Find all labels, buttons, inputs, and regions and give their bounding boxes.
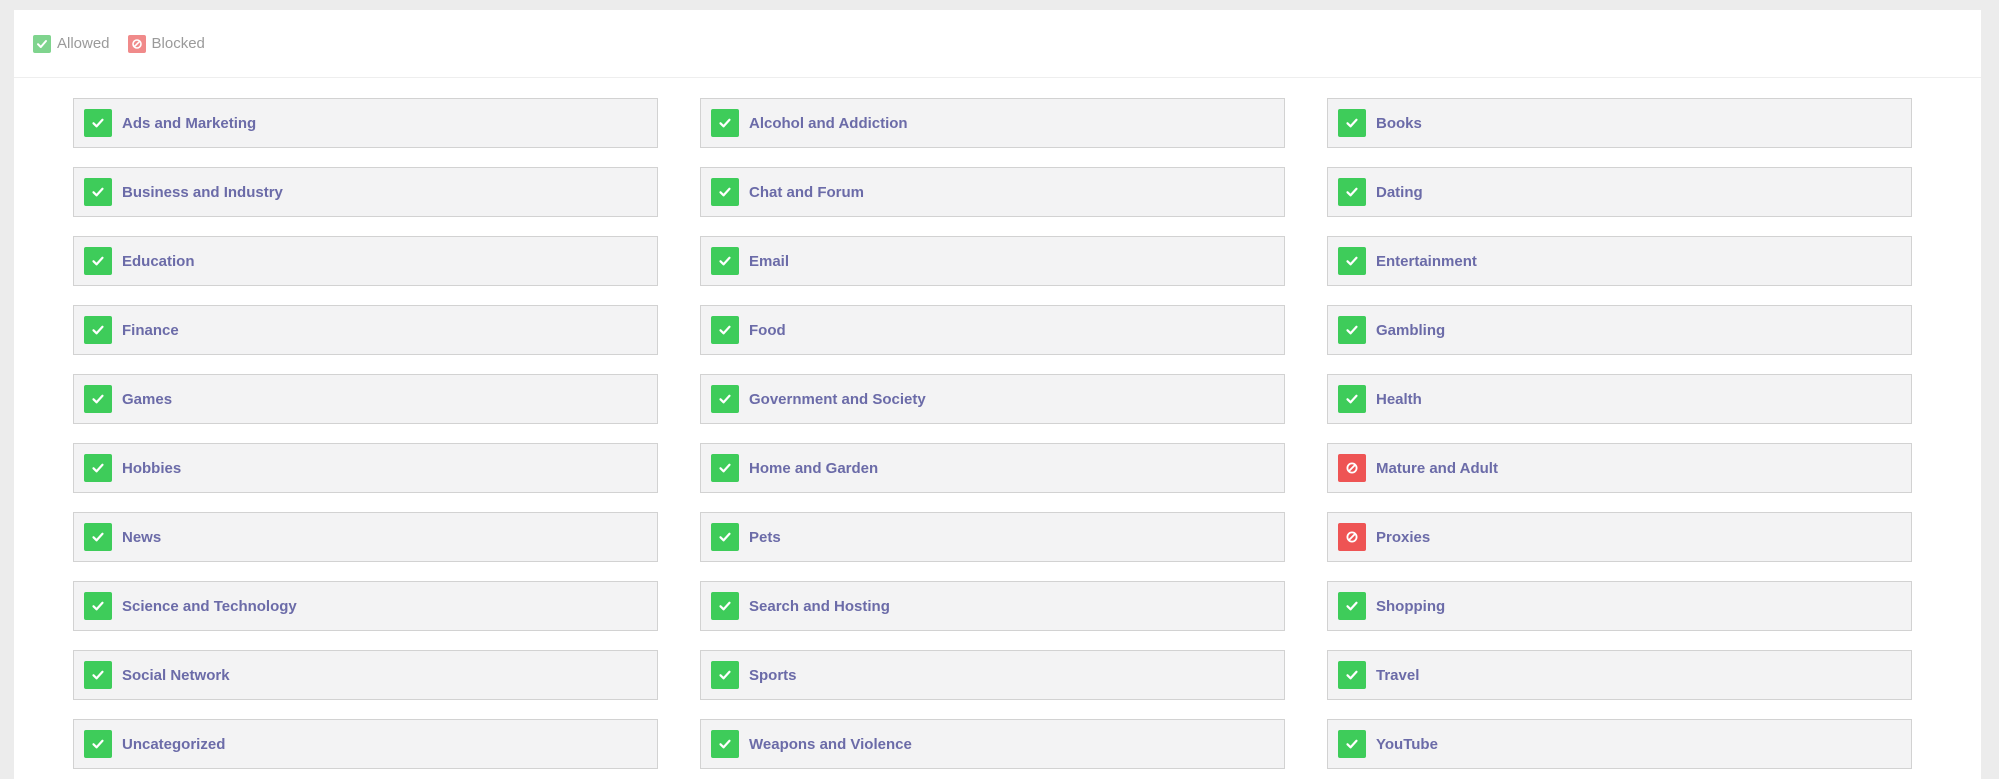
check-icon [711, 109, 739, 137]
category-label: Entertainment [1376, 252, 1477, 270]
category-label: Uncategorized [122, 735, 226, 753]
category-toggle-science-and-technology[interactable]: Science and Technology [73, 581, 658, 631]
category-label: Hobbies [122, 459, 182, 477]
category-label: Mature and Adult [1376, 459, 1498, 477]
category-toggle-business-and-industry[interactable]: Business and Industry [73, 167, 658, 217]
category-label: Weapons and Violence [749, 735, 912, 753]
check-icon [84, 316, 112, 344]
check-icon [711, 454, 739, 482]
category-label: Business and Industry [122, 183, 283, 201]
legend-blocked: Blocked [127, 34, 205, 53]
category-toggle-email[interactable]: Email [700, 236, 1285, 286]
category-label: Chat and Forum [749, 183, 864, 201]
check-icon [84, 109, 112, 137]
check-icon [1338, 178, 1366, 206]
category-toggle-proxies[interactable]: Proxies [1327, 512, 1912, 562]
check-icon [84, 247, 112, 275]
category-label: Proxies [1376, 528, 1431, 546]
category-label: Alcohol and Addiction [749, 114, 908, 132]
category-toggle-gambling[interactable]: Gambling [1327, 305, 1912, 355]
category-toggle-ads-and-marketing[interactable]: Ads and Marketing [73, 98, 658, 148]
blocked-icon [1338, 523, 1366, 551]
check-icon [84, 592, 112, 620]
check-icon [711, 247, 739, 275]
check-icon [84, 523, 112, 551]
check-icon [84, 385, 112, 413]
category-label: Ads and Marketing [122, 114, 257, 132]
category-toggle-government-and-society[interactable]: Government and Society [700, 374, 1285, 424]
check-icon [711, 661, 739, 689]
category-label: Science and Technology [122, 597, 297, 615]
blocked-icon [127, 34, 146, 53]
check-icon [711, 523, 739, 551]
check-icon [1338, 730, 1366, 758]
category-toggle-pets[interactable]: Pets [700, 512, 1285, 562]
category-toggle-sports[interactable]: Sports [700, 650, 1285, 700]
category-toggle-search-and-hosting[interactable]: Search and Hosting [700, 581, 1285, 631]
category-toggle-chat-and-forum[interactable]: Chat and Forum [700, 167, 1285, 217]
category-label: Search and Hosting [749, 597, 890, 615]
category-toggle-travel[interactable]: Travel [1327, 650, 1912, 700]
check-icon [711, 316, 739, 344]
category-label: Sports [749, 666, 797, 684]
category-toggle-dating[interactable]: Dating [1327, 167, 1912, 217]
category-label: Education [122, 252, 195, 270]
check-icon [84, 454, 112, 482]
category-label: Games [122, 390, 173, 408]
check-icon [711, 730, 739, 758]
category-toggle-games[interactable]: Games [73, 374, 658, 424]
check-icon [1338, 592, 1366, 620]
category-label: Dating [1376, 183, 1423, 201]
legend-blocked-label: Blocked [151, 35, 205, 52]
category-toggle-education[interactable]: Education [73, 236, 658, 286]
category-toggle-health[interactable]: Health [1327, 374, 1912, 424]
category-toggle-hobbies[interactable]: Hobbies [73, 443, 658, 493]
category-grid: Ads and Marketing Alcohol and Addiction Bo… [73, 98, 1912, 769]
category-label: Health [1376, 390, 1422, 408]
check-icon [1338, 316, 1366, 344]
category-toggle-uncategorized[interactable]: Uncategorized [73, 719, 658, 769]
category-label: Government and Society [749, 390, 926, 408]
category-toggle-alcohol-and-addiction[interactable]: Alcohol and Addiction [700, 98, 1285, 148]
status-legend: Allowed Blocked [14, 10, 1981, 78]
check-icon [711, 385, 739, 413]
category-label: Social Network [122, 666, 230, 684]
category-label: Email [749, 252, 790, 270]
category-toggle-news[interactable]: News [73, 512, 658, 562]
category-label: Books [1376, 114, 1422, 132]
check-icon [711, 592, 739, 620]
check-icon [711, 178, 739, 206]
category-toggle-entertainment[interactable]: Entertainment [1327, 236, 1912, 286]
category-toggle-youtube[interactable]: YouTube [1327, 719, 1912, 769]
category-toggle-mature-and-adult[interactable]: Mature and Adult [1327, 443, 1912, 493]
category-filter-panel: Allowed Blocked Ads and Marketing Alcohol… [14, 10, 1981, 779]
category-label: Home and Garden [749, 459, 879, 477]
category-toggle-shopping[interactable]: Shopping [1327, 581, 1912, 631]
category-label: News [122, 528, 162, 546]
check-icon [1338, 661, 1366, 689]
category-toggle-food[interactable]: Food [700, 305, 1285, 355]
category-label: Finance [122, 321, 179, 339]
category-label: Food [749, 321, 786, 339]
check-icon [1338, 109, 1366, 137]
category-label: Gambling [1376, 321, 1446, 339]
check-icon [84, 730, 112, 758]
category-toggle-home-and-garden[interactable]: Home and Garden [700, 443, 1285, 493]
category-label: Travel [1376, 666, 1420, 684]
check-icon [84, 178, 112, 206]
check-icon [84, 661, 112, 689]
legend-allowed: Allowed [33, 34, 110, 53]
check-icon [1338, 247, 1366, 275]
blocked-icon [1338, 454, 1366, 482]
allowed-check-icon [33, 34, 51, 53]
category-label: YouTube [1376, 735, 1438, 753]
category-toggle-finance[interactable]: Finance [73, 305, 658, 355]
check-icon [1338, 385, 1366, 413]
category-toggle-social-network[interactable]: Social Network [73, 650, 658, 700]
legend-allowed-label: Allowed [57, 35, 110, 52]
category-toggle-books[interactable]: Books [1327, 98, 1912, 148]
category-label: Pets [749, 528, 781, 546]
category-toggle-weapons-and-violence[interactable]: Weapons and Violence [700, 719, 1285, 769]
category-label: Shopping [1376, 597, 1446, 615]
